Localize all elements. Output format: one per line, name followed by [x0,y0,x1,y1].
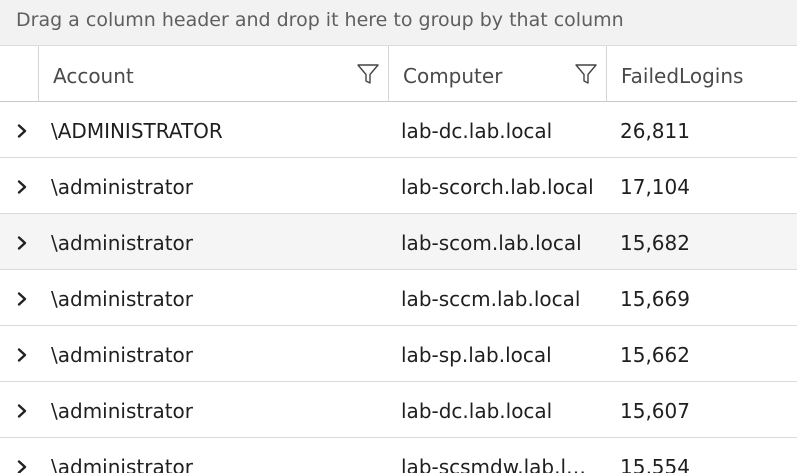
cell-failedlogins: 15,554 [620,455,690,473]
chevron-right-icon[interactable] [14,403,30,419]
results-grid: Drag a column header and drop it here to… [0,0,797,473]
grid-header: Account Computer FailedLogins [0,46,797,102]
cell-failedlogins: 15,682 [620,231,690,255]
column-header-computer-label: Computer [403,64,503,88]
cell-account: \administrator [51,399,194,423]
cell-account: \administrator [51,231,194,255]
filter-icon[interactable] [574,62,598,86]
chevron-right-icon[interactable] [14,347,30,363]
table-row[interactable]: \administrator lab-sccm.lab.local 15,669 [0,270,797,326]
cell-failedlogins: 15,669 [620,287,690,311]
cell-failedlogins: 15,662 [620,343,690,367]
table-row[interactable]: \administrator lab-scsmdw.lab.local 15,5… [0,438,797,473]
column-header-failedlogins[interactable]: FailedLogins [607,46,797,101]
cell-computer: lab-scom.lab.local [401,231,582,255]
cell-account: \administrator [51,287,194,311]
group-by-drop-zone[interactable]: Drag a column header and drop it here to… [0,0,797,46]
filter-icon[interactable] [356,62,380,86]
table-row[interactable]: \administrator lab-sp.lab.local 15,662 [0,326,797,382]
cell-computer: lab-sccm.lab.local [401,287,581,311]
grid-body: \ADMINISTRATOR lab-dc.lab.local 26,811 \… [0,102,797,473]
cell-account: \administrator [51,343,194,367]
column-header-computer[interactable]: Computer [389,46,607,101]
chevron-right-icon[interactable] [14,291,30,307]
cell-computer: lab-scorch.lab.local [401,175,594,199]
table-row[interactable]: \administrator lab-dc.lab.local 15,607 [0,382,797,438]
table-row[interactable]: \ADMINISTRATOR lab-dc.lab.local 26,811 [0,102,797,158]
expander-column-header [0,46,39,101]
table-row[interactable]: \administrator lab-scom.lab.local 15,682 [0,214,797,270]
cell-failedlogins: 26,811 [620,119,690,143]
cell-account: \administrator [51,455,194,473]
cell-computer: lab-dc.lab.local [401,399,553,423]
cell-computer: lab-scsmdw.lab.local [401,455,597,473]
group-by-hint: Drag a column header and drop it here to… [16,9,624,31]
cell-failedlogins: 15,607 [620,399,690,423]
chevron-right-icon[interactable] [14,123,30,139]
cell-computer: lab-sp.lab.local [401,343,552,367]
cell-account: \ADMINISTRATOR [51,119,223,143]
column-header-account-label: Account [53,64,134,88]
chevron-right-icon[interactable] [14,179,30,195]
cell-account: \administrator [51,175,194,199]
column-header-failedlogins-label: FailedLogins [621,64,744,88]
cell-failedlogins: 17,104 [620,175,690,199]
chevron-right-icon[interactable] [14,459,30,473]
table-row[interactable]: \administrator lab-scorch.lab.local 17,1… [0,158,797,214]
cell-computer: lab-dc.lab.local [401,119,553,143]
chevron-right-icon[interactable] [14,235,30,251]
column-header-account[interactable]: Account [39,46,389,101]
